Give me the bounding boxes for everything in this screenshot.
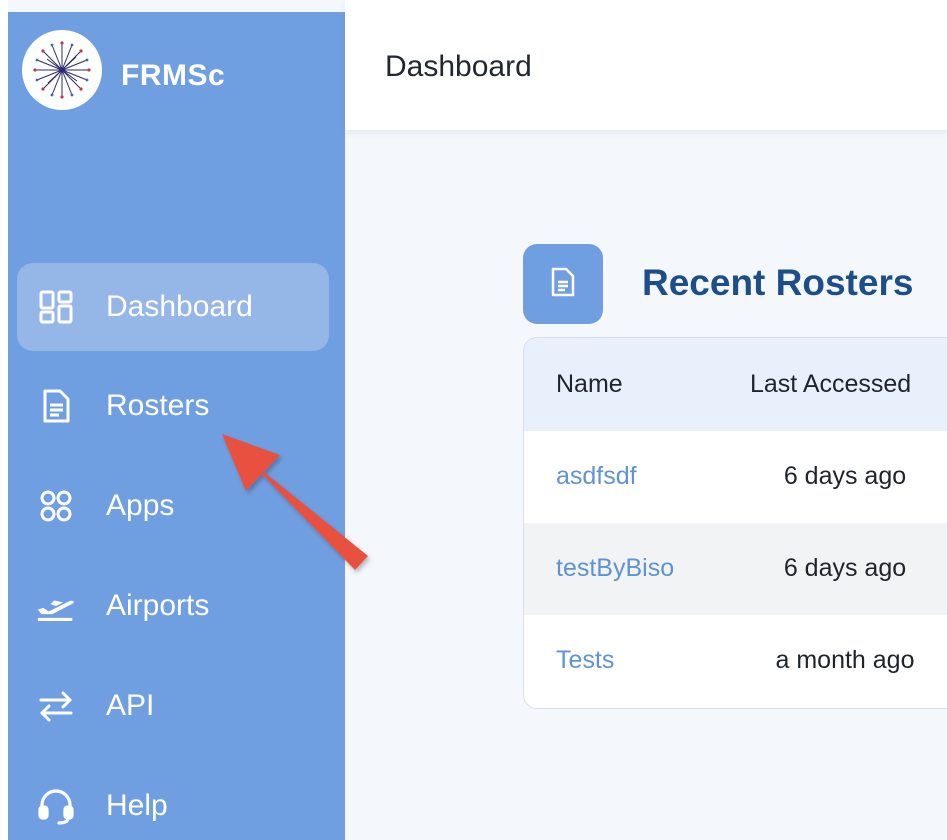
- sidebar: FRMSc Dashboard Rosters Apps Airports AP…: [8, 12, 345, 840]
- sidebar-item-label: Apps: [106, 489, 175, 522]
- sidebar-item-rosters[interactable]: Rosters: [17, 362, 329, 450]
- table-row[interactable]: testByBiso 6 days ago: [524, 523, 947, 615]
- roster-link[interactable]: testByBiso: [556, 554, 674, 583]
- recent-rosters-badge: [523, 244, 603, 324]
- document-icon: [36, 386, 76, 426]
- roster-link[interactable]: Tests: [556, 646, 614, 675]
- table-row[interactable]: asdfsdf 6 days ago: [524, 431, 947, 523]
- header-bar: Dashboard: [345, 0, 947, 131]
- roster-link[interactable]: asdfsdf: [556, 462, 637, 491]
- last-accessed-cell: 6 days ago: [783, 554, 907, 582]
- section-title: Recent Rosters: [642, 262, 914, 303]
- brand-name: FRMSc: [121, 59, 226, 92]
- sidebar-item-label: Help: [106, 789, 168, 822]
- airplane-departure-icon: [36, 586, 76, 626]
- table-header: Name Last Accessed: [524, 338, 947, 431]
- sidebar-item-api[interactable]: API: [17, 662, 329, 750]
- headset-icon: [36, 786, 76, 826]
- dashboard-grid-icon: [36, 287, 76, 327]
- sidebar-item-dashboard[interactable]: Dashboard: [17, 263, 329, 351]
- sidebar-item-label: API: [106, 689, 155, 722]
- left-margin: [0, 0, 8, 840]
- sidebar-item-help[interactable]: Help: [17, 762, 329, 840]
- column-header-name[interactable]: Name: [556, 370, 623, 399]
- apps-icon: [36, 486, 76, 526]
- table-row[interactable]: Tests a month ago: [524, 615, 947, 707]
- last-accessed-cell: 6 days ago: [783, 462, 907, 490]
- logo-burst-icon: [33, 41, 91, 99]
- document-icon: [550, 267, 576, 302]
- logo[interactable]: [22, 30, 102, 110]
- sidebar-item-label: Dashboard: [106, 290, 253, 323]
- column-header-last-accessed[interactable]: Last Accessed: [750, 370, 911, 399]
- app-window: FRMSc Dashboard Rosters Apps Airports AP…: [0, 0, 947, 840]
- sidebar-item-label: Rosters: [106, 389, 210, 422]
- recent-rosters-table: Name Last Accessed asdfsdf 6 days ago te…: [523, 337, 947, 709]
- page-title: Dashboard: [385, 50, 532, 83]
- last-accessed-cell: a month ago: [775, 646, 915, 674]
- sidebar-item-airports[interactable]: Airports: [17, 562, 329, 650]
- arrows-exchange-icon: [36, 686, 76, 726]
- sidebar-item-apps[interactable]: Apps: [17, 462, 329, 550]
- sidebar-item-label: Airports: [106, 589, 210, 622]
